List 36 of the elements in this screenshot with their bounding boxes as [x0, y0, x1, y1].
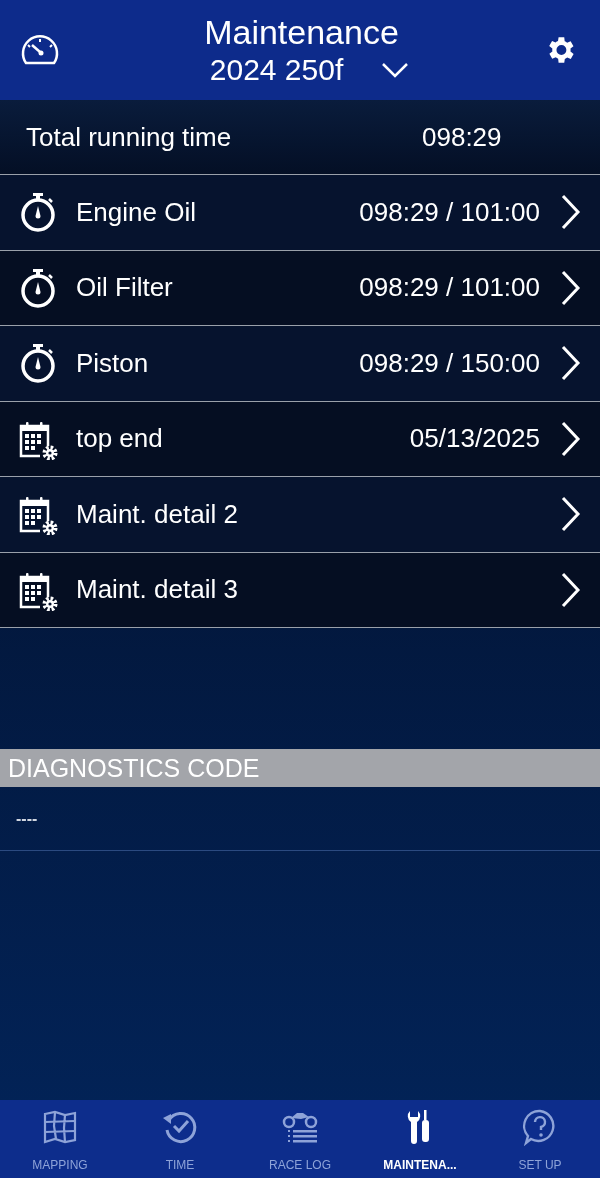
chevron-down-icon: [381, 62, 410, 78]
tab[interactable]: RACE LOG: [240, 1100, 360, 1178]
tab[interactable]: SET UP: [480, 1100, 600, 1178]
item-label: Engine Oil: [76, 195, 197, 229]
maintenance-row[interactable]: Maint. detail 3: [0, 552, 600, 628]
maintenance-row[interactable]: Maint. detail 2: [0, 477, 600, 553]
total-time-value: 098:29: [422, 120, 502, 154]
model-selector[interactable]: 2024 250f: [209, 52, 410, 88]
maintenance-row[interactable]: Oil Filter 098:29 / 101:00: [0, 250, 600, 326]
maintenance-row[interactable]: Engine Oil 098:29 / 101:00: [0, 175, 600, 251]
screen-title: Maintenance: [204, 12, 399, 52]
item-value: 098:29 / 101:00: [359, 195, 540, 229]
item-value: 05/13/2025: [409, 422, 540, 456]
tab[interactable]: TIME: [120, 1100, 240, 1178]
maintenance-row[interactable]: top end 05/13/2025: [0, 401, 600, 477]
maintenance-row[interactable]: Piston 098:29 / 150:00: [0, 326, 600, 402]
diagnostics-code: ----: [16, 808, 38, 829]
item-label: Maint. detail 3: [76, 573, 239, 607]
tab[interactable]: MAPPING: [0, 1100, 120, 1178]
gauge-icon: [20, 33, 60, 67]
item-label: Piston: [76, 346, 150, 380]
chevron-right-icon: [560, 420, 582, 457]
item-label: Maint. detail 2: [76, 497, 239, 531]
item-value: 098:29 / 150:00: [359, 346, 540, 380]
tab[interactable]: MAINTENA...: [360, 1100, 480, 1178]
map-icon: [41, 1108, 79, 1146]
section-header: DIAGNOSTICS CODE: [0, 749, 600, 787]
chevron-right-icon: [560, 194, 582, 231]
chevron-right-icon: [560, 345, 582, 382]
chevron-right-icon: [560, 496, 582, 533]
item-value: 098:29 / 101:00: [359, 271, 540, 305]
total-time-label: Total running time: [26, 120, 233, 154]
chevron-right-icon: [560, 571, 582, 608]
chevron-right-icon: [560, 269, 582, 306]
item-label: Oil Filter: [76, 271, 174, 305]
item-label: top end: [76, 422, 164, 456]
